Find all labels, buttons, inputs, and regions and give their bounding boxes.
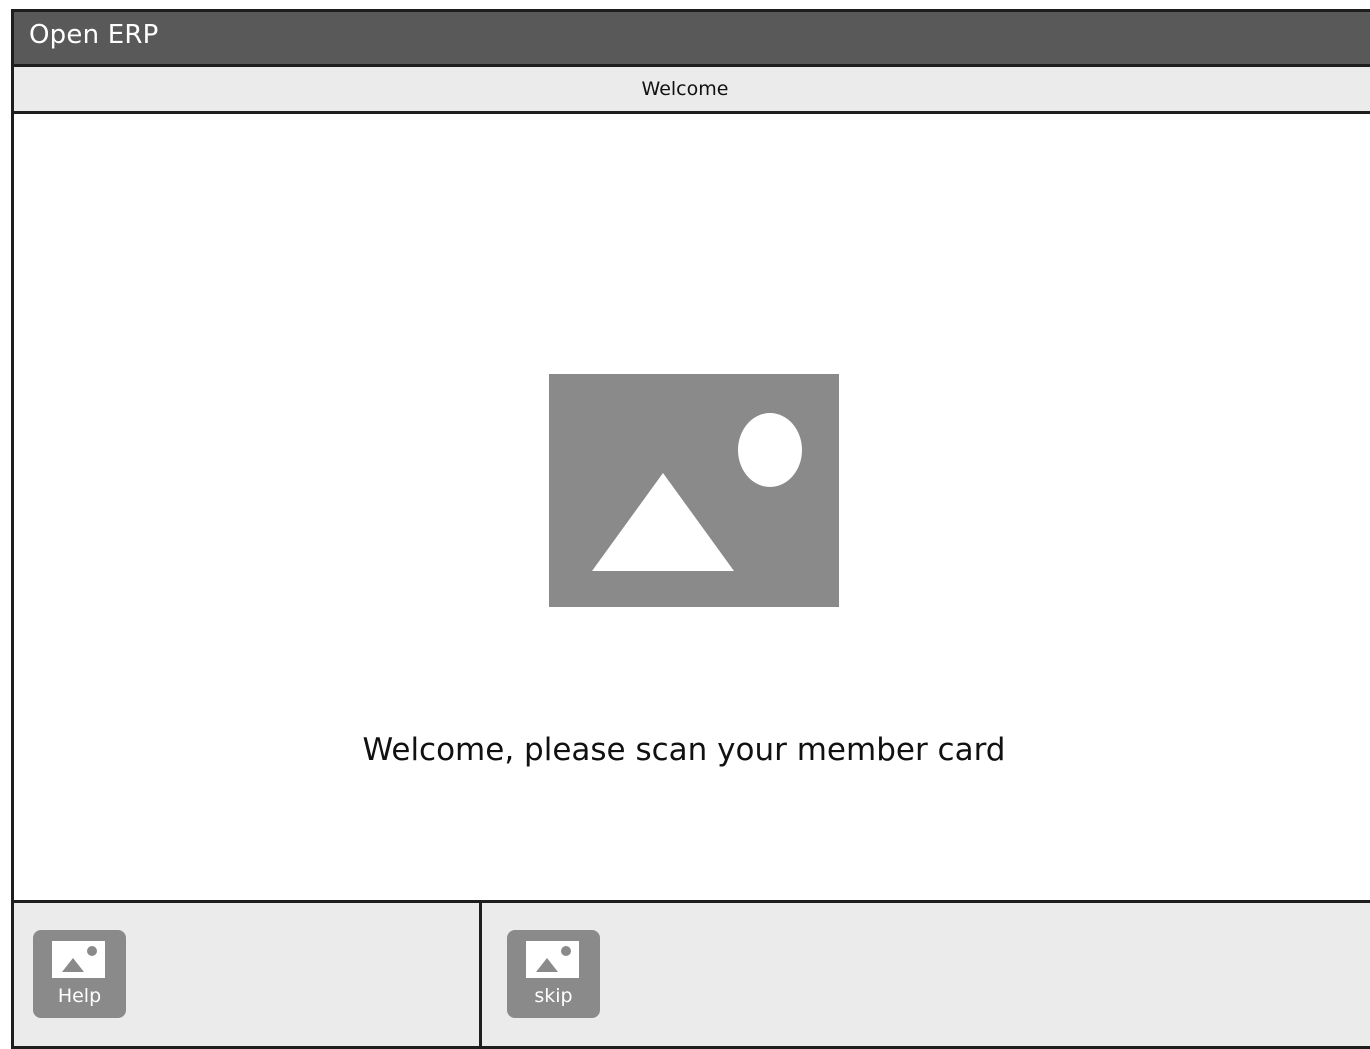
skip-button-label: skip — [534, 985, 573, 1007]
footer-toolbar: Help skip — [14, 900, 1370, 1046]
image-placeholder-icon — [52, 941, 105, 978]
skip-button[interactable]: skip — [507, 930, 600, 1018]
app-window: Open ERP Welcome Welcome, please scan yo… — [11, 9, 1370, 1049]
page-title: Welcome — [641, 78, 729, 100]
image-placeholder-icon — [549, 374, 839, 607]
help-button[interactable]: Help — [33, 930, 126, 1018]
title-bar: Open ERP — [14, 12, 1370, 67]
page-header: Welcome — [14, 67, 1370, 114]
welcome-message: Welcome, please scan your member card — [362, 732, 1006, 768]
main-content: Welcome, please scan your member card — [14, 114, 1370, 900]
help-button-label: Help — [57, 985, 102, 1007]
footer-divider — [479, 903, 482, 1046]
app-title: Open ERP — [29, 20, 159, 50]
image-placeholder-icon — [526, 941, 579, 978]
